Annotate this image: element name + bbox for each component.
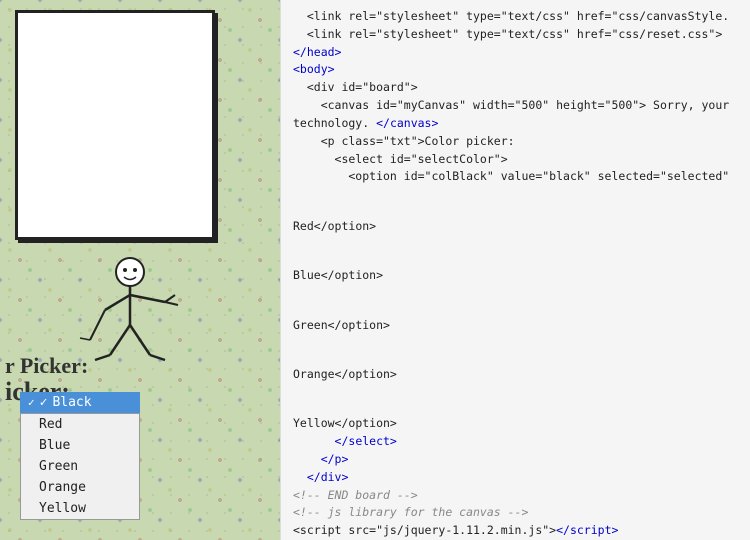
code-container: <link rel="stylesheet" type="text/css" h… (293, 8, 738, 540)
code-line: <!-- js library for the canvas --> (293, 504, 738, 522)
canvas-panel: r Picker: icker: ✓ Black Red Blue Green … (0, 0, 280, 540)
dropdown-item-orange[interactable]: Orange (21, 477, 139, 498)
dropdown-list: Red Blue Green Orange Yellow (20, 413, 140, 520)
dropdown-item-yellow[interactable]: Yellow (21, 498, 139, 519)
code-line: technology. </canvas> (293, 115, 738, 133)
code-line: <body> (293, 61, 738, 79)
code-line: <link rel="stylesheet" type="text/css" h… (293, 26, 738, 44)
code-line: <select id="selectColor"> (293, 151, 738, 169)
code-line: <canvas id="myCanvas" width="500" height… (293, 97, 738, 115)
code-line: Blue</option> (293, 236, 738, 285)
code-line: <script src="js/jquery-1.11.2.min.js"></… (293, 522, 738, 540)
dropdown-item-red[interactable]: Red (21, 414, 139, 435)
drawing-canvas (15, 10, 215, 240)
code-line: <link rel="stylesheet" type="text/css" h… (293, 8, 738, 26)
code-line: </p> (293, 451, 738, 469)
dropdown-selected-item[interactable]: ✓ Black (20, 392, 140, 413)
dropdown-item-blue[interactable]: Blue (21, 435, 139, 456)
code-line: </select> (293, 433, 738, 451)
selected-color-label: Black (52, 395, 91, 410)
stick-figure-area (20, 220, 220, 370)
code-line: <p class="txt">Color picker: (293, 133, 738, 151)
code-line: <!-- END board --> (293, 487, 738, 505)
code-line: Yellow</option> (293, 384, 738, 433)
code-line: Orange</option> (293, 334, 738, 383)
code-panel: <link rel="stylesheet" type="text/css" h… (280, 0, 750, 540)
dropdown-item-green[interactable]: Green (21, 456, 139, 477)
stick-figure-svg (50, 230, 210, 370)
code-line: Red</option> (293, 186, 738, 235)
color-dropdown-container[interactable]: ✓ Black Red Blue Green Orange Yellow (20, 392, 140, 520)
code-line: <option id="colBlack" value="black" sele… (293, 168, 738, 186)
code-line: <div id="board"> (293, 79, 738, 97)
code-line: </div> (293, 469, 738, 487)
code-line: Green</option> (293, 285, 738, 334)
checkmark-icon: ✓ (40, 395, 48, 410)
code-line: </head> (293, 44, 738, 62)
